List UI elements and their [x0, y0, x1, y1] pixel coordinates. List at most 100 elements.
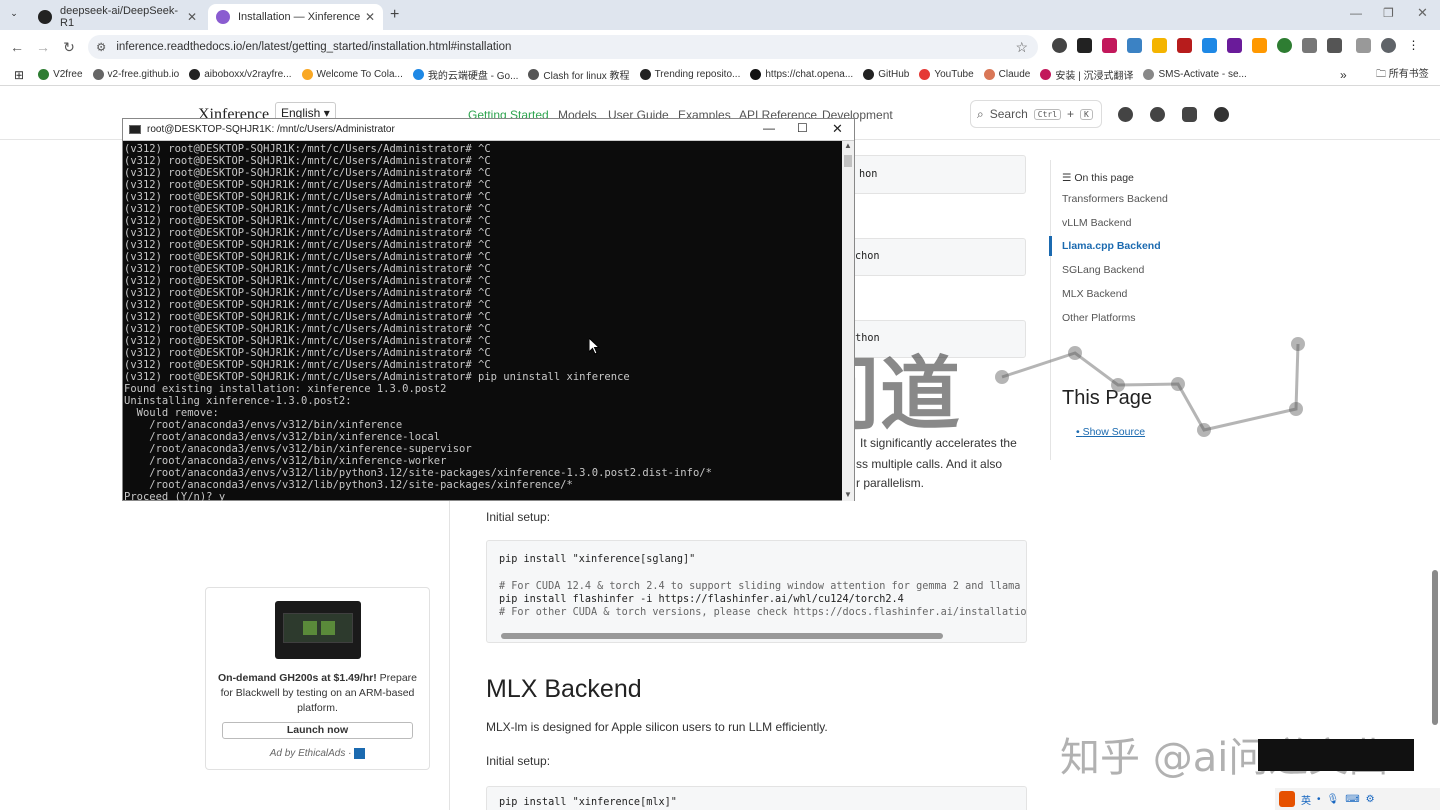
- extension-icon[interactable]: [1052, 38, 1067, 53]
- terminal-line: (v312) root@DESKTOP-SQHJR1K:/mnt/c/Users…: [124, 155, 491, 167]
- extension-icon[interactable]: [1277, 38, 1292, 53]
- terminal-line: (v312) root@DESKTOP-SQHJR1K:/mnt/c/Users…: [124, 179, 491, 191]
- extension-icon[interactable]: [1252, 38, 1267, 53]
- tab-list-dropdown[interactable]: ⌄: [6, 8, 22, 22]
- discord-icon[interactable]: [1182, 107, 1197, 122]
- terminal-close-button[interactable]: ✕: [832, 121, 843, 137]
- terminal-line: /root/anaconda3/envs/v312/lib/python3.12…: [124, 467, 712, 479]
- close-tab-icon[interactable]: ✕: [187, 10, 197, 24]
- terminal-line: (v312) root@DESKTOP-SQHJR1K:/mnt/c/Users…: [124, 347, 491, 359]
- toc-item-llamacpp[interactable]: Llama.cpp Backend: [1062, 240, 1161, 252]
- url-text: inference.readthedocs.io/en/latest/getti…: [116, 41, 512, 53]
- ad-image[interactable]: [274, 601, 361, 659]
- menu-kebab-icon[interactable]: ⋮: [1406, 38, 1421, 53]
- side-panel-icon[interactable]: [1356, 38, 1371, 53]
- terminal-line: (v312) root@DESKTOP-SQHJR1K:/mnt/c/Users…: [124, 323, 491, 335]
- scroll-up-arrow[interactable]: ▲: [842, 141, 854, 150]
- sogou-ime-icon[interactable]: [1279, 791, 1295, 807]
- ethicalads-logo-icon[interactable]: [354, 748, 366, 759]
- theme-toggle-icon[interactable]: [1118, 107, 1133, 122]
- extensions-puzzle-icon[interactable]: [1327, 38, 1342, 53]
- terminal-line: Found existing installation: xinference …: [124, 383, 447, 395]
- extension-icon[interactable]: [1227, 38, 1242, 53]
- toc-item-transformers[interactable]: Transformers Backend: [1062, 193, 1168, 205]
- twitter-icon[interactable]: [1214, 107, 1229, 122]
- bookmark-item[interactable]: v2-free.github.io: [92, 69, 179, 80]
- new-tab-button[interactable]: +: [390, 6, 399, 24]
- page-scrollbar[interactable]: [1432, 570, 1438, 725]
- microphone-icon[interactable]: 🎙: [1327, 794, 1340, 805]
- tab-deepseek[interactable]: deepseek-ai/DeepSeek-R1 ✕: [30, 4, 205, 30]
- bookmark-item[interactable]: 安装 | 沉浸式翻译: [1040, 67, 1133, 82]
- toc-item-mlx[interactable]: MLX Backend: [1062, 288, 1127, 300]
- all-bookmarks-folder[interactable]: 🗀 所有书签: [1376, 65, 1429, 84]
- terminal-line: /root/anaconda3/envs/v312/bin/xinference: [124, 419, 403, 431]
- toc-divider: [1050, 160, 1051, 460]
- show-source-link[interactable]: • Show Source: [1076, 426, 1145, 438]
- address-bar[interactable]: ⚙ inference.readthedocs.io/en/latest/get…: [88, 35, 1038, 59]
- terminal-maximize-button[interactable]: ☐: [797, 121, 808, 135]
- extension-icon[interactable]: [1177, 38, 1192, 53]
- tab-installation[interactable]: Installation — Xinference ✕: [208, 4, 383, 30]
- terminal-line: (v312) root@DESKTOP-SQHJR1K:/mnt/c/Users…: [124, 191, 491, 203]
- toc-item-other-platforms[interactable]: Other Platforms: [1062, 312, 1136, 324]
- launch-now-button[interactable]: Launch now: [222, 722, 413, 739]
- scroll-thumb[interactable]: [844, 155, 852, 167]
- settings-icon[interactable]: ⚙: [1366, 794, 1375, 805]
- bookmark-item[interactable]: Welcome To Cola...: [301, 69, 403, 80]
- forward-icon[interactable]: →: [30, 39, 56, 55]
- bookmark-star-icon[interactable]: ☆: [1015, 39, 1028, 56]
- bookmark-item[interactable]: Claude: [983, 69, 1030, 80]
- bookmark-item[interactable]: 我的云端硬盘 - Go...: [412, 67, 518, 82]
- extension-icon[interactable]: [1102, 38, 1117, 53]
- profile-avatar[interactable]: [1381, 38, 1396, 53]
- close-tab-icon[interactable]: ✕: [365, 10, 375, 24]
- list-icon: ☰: [1062, 172, 1075, 184]
- terminal-line: (v312) root@DESKTOP-SQHJR1K:/mnt/c/Users…: [124, 359, 491, 371]
- toc-item-sglang[interactable]: SGLang Backend: [1062, 264, 1144, 276]
- bookmark-item[interactable]: GitHub: [863, 69, 909, 80]
- bookmark-item[interactable]: SMS-Activate - se...: [1143, 69, 1247, 80]
- terminal-window[interactable]: root@DESKTOP-SQHJR1K: /mnt/c/Users/Admin…: [122, 118, 855, 501]
- reload-icon[interactable]: ↻: [56, 39, 82, 56]
- horizontal-scrollbar[interactable]: [501, 633, 943, 639]
- extension-icons: ⋮: [1052, 38, 1421, 53]
- ad-text[interactable]: On-demand GH200s at $1.49/hr! Prepare fo…: [216, 671, 419, 716]
- bookmark-item[interactable]: Trending reposito...: [639, 69, 740, 80]
- terminal-line: (v312) root@DESKTOP-SQHJR1K:/mnt/c/Users…: [124, 311, 491, 323]
- terminal-line: (v312) root@DESKTOP-SQHJR1K:/mnt/c/Users…: [124, 143, 491, 155]
- scroll-down-arrow[interactable]: ▼: [842, 490, 854, 499]
- bookmark-item[interactable]: Clash for linux 教程: [528, 67, 630, 82]
- bookmark-item[interactable]: YouTube: [919, 69, 974, 80]
- bookmark-item[interactable]: V2free: [38, 69, 83, 80]
- terminal-minimize-button[interactable]: —: [763, 121, 775, 135]
- terminal-output[interactable]: (v312) root@DESKTOP-SQHJR1K:/mnt/c/Users…: [123, 141, 843, 501]
- close-window-button[interactable]: ✕: [1417, 5, 1428, 21]
- terminal-scrollbar[interactable]: ▲ ▼: [842, 141, 854, 501]
- more-bookmarks-chevron-icon[interactable]: »: [1340, 68, 1347, 82]
- tray-icon[interactable]: •: [1317, 794, 1321, 805]
- extension-icon[interactable]: [1202, 38, 1217, 53]
- extension-icon[interactable]: [1077, 38, 1092, 53]
- extension-icon[interactable]: [1302, 38, 1317, 53]
- mlx-description: MLX-lm is designed for Apple silicon use…: [486, 720, 828, 734]
- search-button[interactable]: ⌕ Search Ctrl + K: [970, 100, 1102, 128]
- github-icon[interactable]: [1150, 107, 1165, 122]
- bookmark-item[interactable]: https://chat.opena...: [750, 69, 853, 80]
- bookmark-item[interactable]: aiboboxx/v2rayfre...: [189, 69, 292, 80]
- terminal-line: (v312) root@DESKTOP-SQHJR1K:/mnt/c/Users…: [124, 299, 491, 311]
- apps-grid-icon[interactable]: ⊞: [14, 68, 24, 82]
- extension-icon[interactable]: [1127, 38, 1142, 53]
- minimize-window-button[interactable]: —: [1350, 6, 1362, 20]
- extension-icon[interactable]: [1152, 38, 1167, 53]
- toc-item-vllm[interactable]: vLLM Backend: [1062, 217, 1131, 229]
- restore-window-button[interactable]: ❐: [1383, 6, 1394, 20]
- terminal-title: root@DESKTOP-SQHJR1K: /mnt/c/Users/Admin…: [147, 124, 395, 135]
- back-icon[interactable]: ←: [4, 39, 30, 55]
- terminal-line: (v312) root@DESKTOP-SQHJR1K:/mnt/c/Users…: [124, 227, 491, 239]
- ime-language-indicator[interactable]: 英: [1301, 792, 1311, 807]
- site-info-icon[interactable]: ⚙: [96, 40, 106, 54]
- github-icon: [38, 10, 52, 24]
- keyboard-icon[interactable]: ⌨: [1345, 794, 1359, 805]
- terminal-titlebar[interactable]: root@DESKTOP-SQHJR1K: /mnt/c/Users/Admin…: [123, 119, 854, 141]
